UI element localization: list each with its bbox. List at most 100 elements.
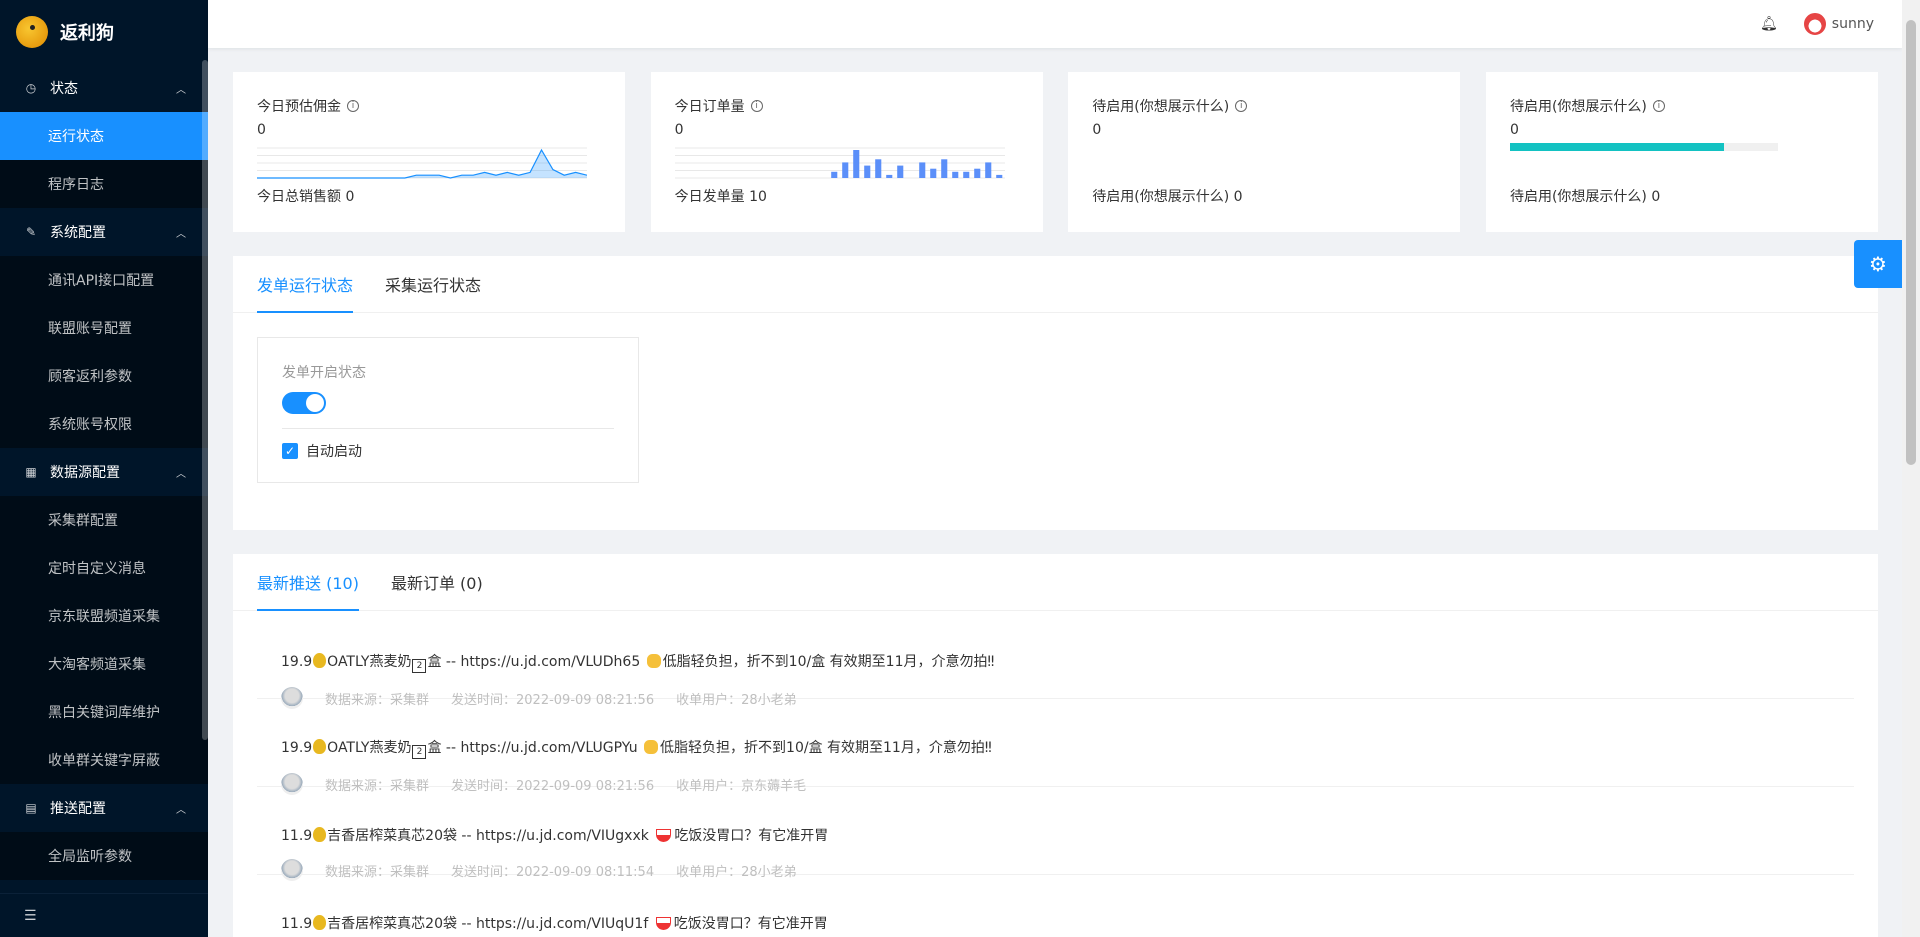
card-title: 待启用(你想展示什么) i [1510, 96, 1854, 116]
divider [282, 428, 614, 429]
bar [973, 168, 980, 178]
card-title-text: 待启用(你想展示什么) [1509, 99, 1647, 115]
message-text: 吉香居榨菜真芯20袋 -- https://u.jd.com/VIUgxxk [327, 828, 654, 844]
bar [874, 159, 881, 178]
document-icon: ▤ [25, 801, 37, 815]
table-icon: ▦ [25, 465, 37, 479]
menu-group-label: 数据源配置 [50, 465, 120, 481]
info-icon[interactable]: i [1235, 100, 1248, 112]
card-value: 0 [257, 122, 266, 138]
page-scrollbar[interactable] [1902, 0, 1920, 937]
bar [984, 162, 991, 178]
card-title: 今日预估佣金 i [257, 96, 601, 116]
list-item[interactable]: 19.9 OATLY燕麦奶 2 盒 -- https://u.jd.com/VLUGP… [257, 699, 1854, 795]
auto-start-label: 自动启动 [306, 444, 362, 460]
meta-user: 收单用户：28小老弟 [676, 864, 797, 880]
card-footer: 今日发单量 10 [674, 189, 767, 205]
tab-latest-orders[interactable]: 最新订单 (0) [391, 570, 483, 610]
avatar[interactable] [1803, 13, 1826, 35]
sidebar-item-collect-group[interactable]: 采集群配置 [0, 496, 208, 544]
push-message: 19.9 OATLY燕麦奶 2 盒 -- https://u.jd.com/VLUGP… [281, 737, 1854, 759]
auto-start-row[interactable]: ✓ 自动启动 [282, 441, 614, 461]
push-list: 19.9 OATLY燕麦奶 2 盒 -- https://u.jd.com/VLUDh… [233, 611, 1878, 937]
money-bag-icon [313, 653, 327, 668]
sidebar-item-program-log[interactable]: 程序日志 [0, 160, 208, 208]
clap-icon [644, 740, 659, 754]
sidebar-item-keyword-lib[interactable]: 黑白关键词库维护 [0, 688, 208, 736]
source-avatar [281, 859, 303, 881]
list-item[interactable]: 19.9 OATLY燕麦奶 2 盒 -- https://u.jd.com/VLUDh… [257, 611, 1854, 709]
tab-latest-push[interactable]: 最新推送 (10) [257, 570, 359, 611]
bar [929, 168, 936, 178]
menu-group-datasource-config[interactable]: ▦ 数据源配置 ︿ [0, 448, 208, 496]
message-text: 盒 -- https://u.jd.com/VLUGPYu [427, 740, 643, 756]
sidebar-item-dtk-channel[interactable]: 大淘客频道采集 [0, 640, 208, 688]
bar [852, 150, 859, 178]
bar [918, 162, 925, 178]
auto-start-checkbox[interactable]: ✓ [282, 443, 298, 459]
price: 19.9 [281, 740, 313, 756]
status-tabs: 发单运行状态 采集运行状态 [233, 256, 1878, 313]
feed-tabs: 最新推送 (10) 最新订单 (0) [233, 554, 1878, 611]
info-icon[interactable]: i [750, 100, 763, 112]
meta-time: 发送时间：2022-09-09 08:11:54 [451, 864, 655, 880]
price: 11.9 [281, 916, 313, 932]
sidebar-item-account-permissions[interactable]: 系统账号权限 [0, 400, 208, 448]
sidebar-item-keyword-block[interactable]: 收单群关键字屏蔽 [0, 736, 208, 784]
card-title: 待启用(你想展示什么) i [1092, 96, 1436, 116]
info-icon[interactable]: i [347, 100, 359, 112]
sidebar-item-run-status[interactable]: 运行状态 [0, 112, 208, 160]
sidebar-item-union-account[interactable]: 联盟账号配置 [0, 304, 208, 352]
bar [940, 159, 947, 178]
stat-card-placeholder-1: 待启用(你想展示什么) i 0 待启用(你想展示什么) 0 [1068, 72, 1461, 232]
push-message: 11.9 吉香居榨菜真芯20袋 -- https://u.jd.com/VIUqU… [281, 913, 1854, 933]
card-footer: 待启用(你想展示什么) 0 [1509, 189, 1661, 205]
main-content: 今日预估佣金 i 0 今日总销售额 0 今日订单量 i 0 今日发单量 10 待… [233, 72, 1878, 937]
message-text: 低脂轻负担，折不到10/盒 有效期至11月，介意勿拍‼ [660, 740, 992, 756]
meta-time: 发送时间：2022-09-09 08:21:56 [451, 778, 655, 794]
progress-bar [1509, 143, 1778, 151]
tab-collect-status[interactable]: 采集运行状态 [385, 272, 481, 312]
push-message: 11.9 吉香居榨菜真芯20袋 -- https://u.jd.com/VIUgx… [281, 825, 1854, 845]
send-status-card: 发单开启状态 ✓ 自动启动 [257, 337, 639, 483]
sidebar-menu: ◷ 状态 ︿ 运行状态 程序日志 ✎ 系统配置 ︿ 通讯API接口配置 联盟账号… [0, 64, 208, 880]
message-text: OATLY燕麦奶 [327, 740, 412, 756]
bar [863, 165, 870, 178]
list-item[interactable]: 11.9 吉香居榨菜真芯20袋 -- https://u.jd.com/VIUgx… [257, 787, 1854, 881]
bell-icon[interactable]: 🔔︎ [1760, 16, 1778, 32]
bar [896, 165, 903, 178]
username[interactable]: sunny [1832, 16, 1874, 32]
menu-group-push-config[interactable]: ▤ 推送配置 ︿ [0, 784, 208, 832]
menu-group-status[interactable]: ◷ 状态 ︿ [0, 64, 208, 112]
list-item[interactable]: 11.9 吉香居榨菜真芯20袋 -- https://u.jd.com/VIUqU… [257, 875, 1854, 937]
edit-icon: ✎ [25, 225, 37, 239]
sidebar-item-api-config[interactable]: 通讯API接口配置 [0, 256, 208, 304]
progress-fill [1509, 143, 1725, 151]
sidebar-item-global-listen[interactable]: 全局监听参数 [0, 832, 208, 880]
card-value: 0 [1509, 122, 1519, 138]
sidebar-scrollbar[interactable] [202, 60, 208, 740]
menu-group-system-config[interactable]: ✎ 系统配置 ︿ [0, 208, 208, 256]
clap-icon [646, 654, 661, 668]
card-footer: 待启用(你想展示什么) 0 [1092, 189, 1243, 205]
logo[interactable]: 返利狗 [0, 0, 208, 64]
sidebar-item-scheduled-message[interactable]: 定时自定义消息 [0, 544, 208, 592]
money-bag-icon [313, 827, 327, 842]
switch-label: 发单开启状态 [282, 365, 366, 381]
tab-send-status[interactable]: 发单运行状态 [257, 272, 354, 313]
info-icon[interactable]: i [1652, 100, 1665, 112]
collapse-menu-button[interactable]: ☰ [0, 893, 208, 937]
meta-user: 收单用户：京东薅羊毛 [676, 778, 807, 794]
money-bag-icon [313, 915, 327, 930]
settings-float-button[interactable]: ⚙ [1854, 240, 1902, 288]
send-toggle-switch[interactable] [282, 392, 326, 414]
scrollbar-thumb[interactable] [1906, 20, 1916, 465]
message-text: 吉香居榨菜真芯20袋 -- https://u.jd.com/VIUqU1f [327, 916, 653, 932]
sidebar: 返利狗 ◷ 状态 ︿ 运行状态 程序日志 ✎ 系统配置 ︿ 通讯API接口配置 … [0, 0, 208, 937]
sidebar-item-jd-channel[interactable]: 京东联盟频道采集 [0, 592, 208, 640]
stat-card-commission: 今日预估佣金 i 0 今日总销售额 0 [233, 72, 625, 232]
price: 19.9 [281, 654, 313, 670]
message-text: 吃饭没胃口？有它准开胃 [674, 828, 829, 844]
card-title-text: 今日预估佣金 [257, 99, 341, 115]
sidebar-item-rebate-params[interactable]: 顾客返利参数 [0, 352, 208, 400]
